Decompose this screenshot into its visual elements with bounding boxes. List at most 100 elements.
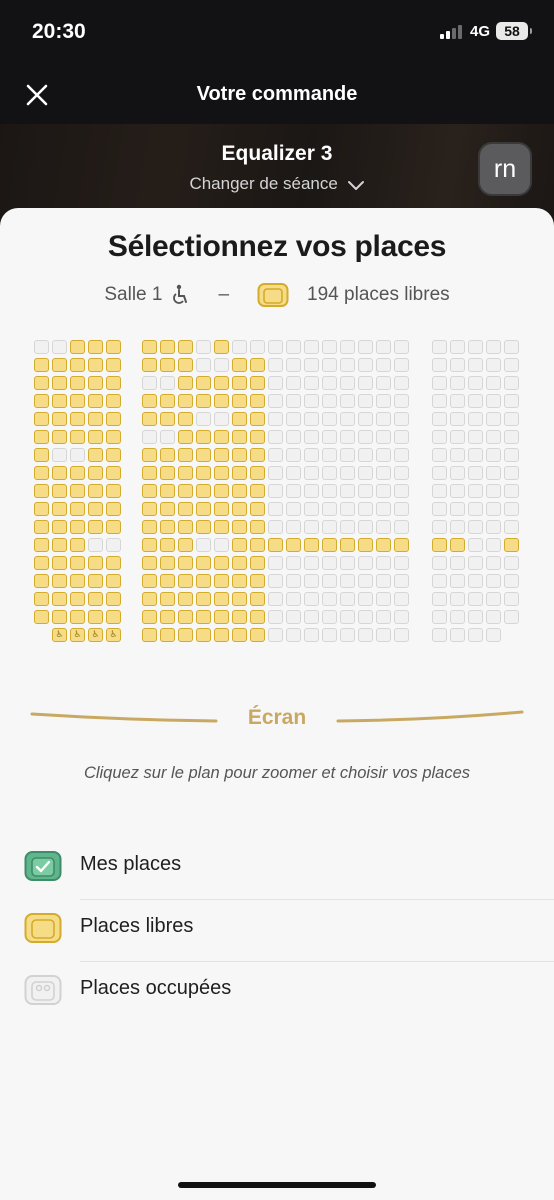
seat-free[interactable] [52,358,67,372]
seat-free[interactable] [214,592,229,606]
seat-free[interactable] [70,466,85,480]
seat-free[interactable] [34,394,49,408]
seat-free[interactable] [196,556,211,570]
wheelchair-seat[interactable]: ♿ [70,628,85,642]
seat-free[interactable] [196,628,211,642]
seat-free[interactable] [160,448,175,462]
seat-free[interactable] [214,466,229,480]
seat-free[interactable] [178,376,193,390]
seat-free[interactable] [178,628,193,642]
seat-free[interactable] [34,376,49,390]
wheelchair-seat[interactable]: ♿ [88,628,103,642]
seat-free[interactable] [88,502,103,516]
seat-free[interactable] [52,430,67,444]
seat-map[interactable]: ♿ ♿ ♿ ♿ [0,336,554,646]
seat-free[interactable] [250,538,265,552]
seat-free[interactable] [88,340,103,354]
seat-free[interactable] [142,502,157,516]
seat-free[interactable] [304,538,319,552]
seat-free[interactable] [232,502,247,516]
seat-free[interactable] [178,430,193,444]
seat-free[interactable] [88,358,103,372]
seat-free[interactable] [106,430,121,444]
seat-free[interactable] [232,592,247,606]
seat-free[interactable] [250,502,265,516]
seat-free[interactable] [232,628,247,642]
seat-free[interactable] [52,484,67,498]
seat-free[interactable] [160,502,175,516]
seat-free[interactable] [160,340,175,354]
seat-free[interactable] [232,430,247,444]
seat-free[interactable] [88,592,103,606]
seat-free[interactable] [142,610,157,624]
seat-free[interactable] [70,610,85,624]
seat-free[interactable] [178,556,193,570]
seat-free[interactable] [142,448,157,462]
seat-free[interactable] [250,592,265,606]
seat-free[interactable] [106,376,121,390]
seat-free[interactable] [88,610,103,624]
seat-free[interactable] [160,610,175,624]
seat-free[interactable] [88,448,103,462]
seat-free[interactable] [52,610,67,624]
seat-free[interactable] [160,538,175,552]
seat-free[interactable] [286,538,301,552]
seat-free[interactable] [250,358,265,372]
seat-free[interactable] [52,538,67,552]
seat-free[interactable] [142,538,157,552]
seat-free[interactable] [178,538,193,552]
seat-free[interactable] [34,358,49,372]
seat-free[interactable] [142,484,157,498]
seat-free[interactable] [142,628,157,642]
seat-free[interactable] [178,610,193,624]
seat-free[interactable] [178,448,193,462]
seat-free[interactable] [232,574,247,588]
seat-free[interactable] [106,448,121,462]
seat-free[interactable] [34,484,49,498]
seat-free[interactable] [88,520,103,534]
seat-free[interactable] [160,556,175,570]
seat-free[interactable] [160,484,175,498]
seat-free[interactable] [268,538,283,552]
seat-free[interactable] [34,430,49,444]
seat-free[interactable] [160,520,175,534]
seat-free[interactable] [142,520,157,534]
seat-free[interactable] [142,556,157,570]
seat-free[interactable] [214,628,229,642]
seat-free[interactable] [358,538,373,552]
seat-free[interactable] [106,610,121,624]
seat-free[interactable] [106,484,121,498]
change-session-button[interactable]: Changer de séance [0,174,554,194]
seat-free[interactable] [250,466,265,480]
seat-free[interactable] [196,466,211,480]
seat-free[interactable] [504,538,519,552]
wheelchair-seat[interactable]: ♿ [106,628,121,642]
seat-free[interactable] [196,376,211,390]
seat-free[interactable] [160,466,175,480]
seat-free[interactable] [88,484,103,498]
avatar[interactable]: rn [478,142,532,196]
seat-free[interactable] [196,394,211,408]
seat-free[interactable] [214,430,229,444]
seat-free[interactable] [106,358,121,372]
seat-free[interactable] [34,448,49,462]
seat-free[interactable] [178,466,193,480]
seat-free[interactable] [160,592,175,606]
seat-free[interactable] [160,574,175,588]
seat-free[interactable] [250,574,265,588]
seat-free[interactable] [178,520,193,534]
seat-free[interactable] [232,412,247,426]
seat-free[interactable] [70,520,85,534]
seat-free[interactable] [160,412,175,426]
seat-free[interactable] [232,556,247,570]
seat-free[interactable] [52,502,67,516]
seat-free[interactable] [232,376,247,390]
seat-free[interactable] [178,412,193,426]
seat-free[interactable] [196,484,211,498]
seat-free[interactable] [394,538,409,552]
seat-free[interactable] [142,574,157,588]
seat-free[interactable] [250,484,265,498]
seat-free[interactable] [34,538,49,552]
seat-free[interactable] [70,340,85,354]
seat-free[interactable] [160,628,175,642]
